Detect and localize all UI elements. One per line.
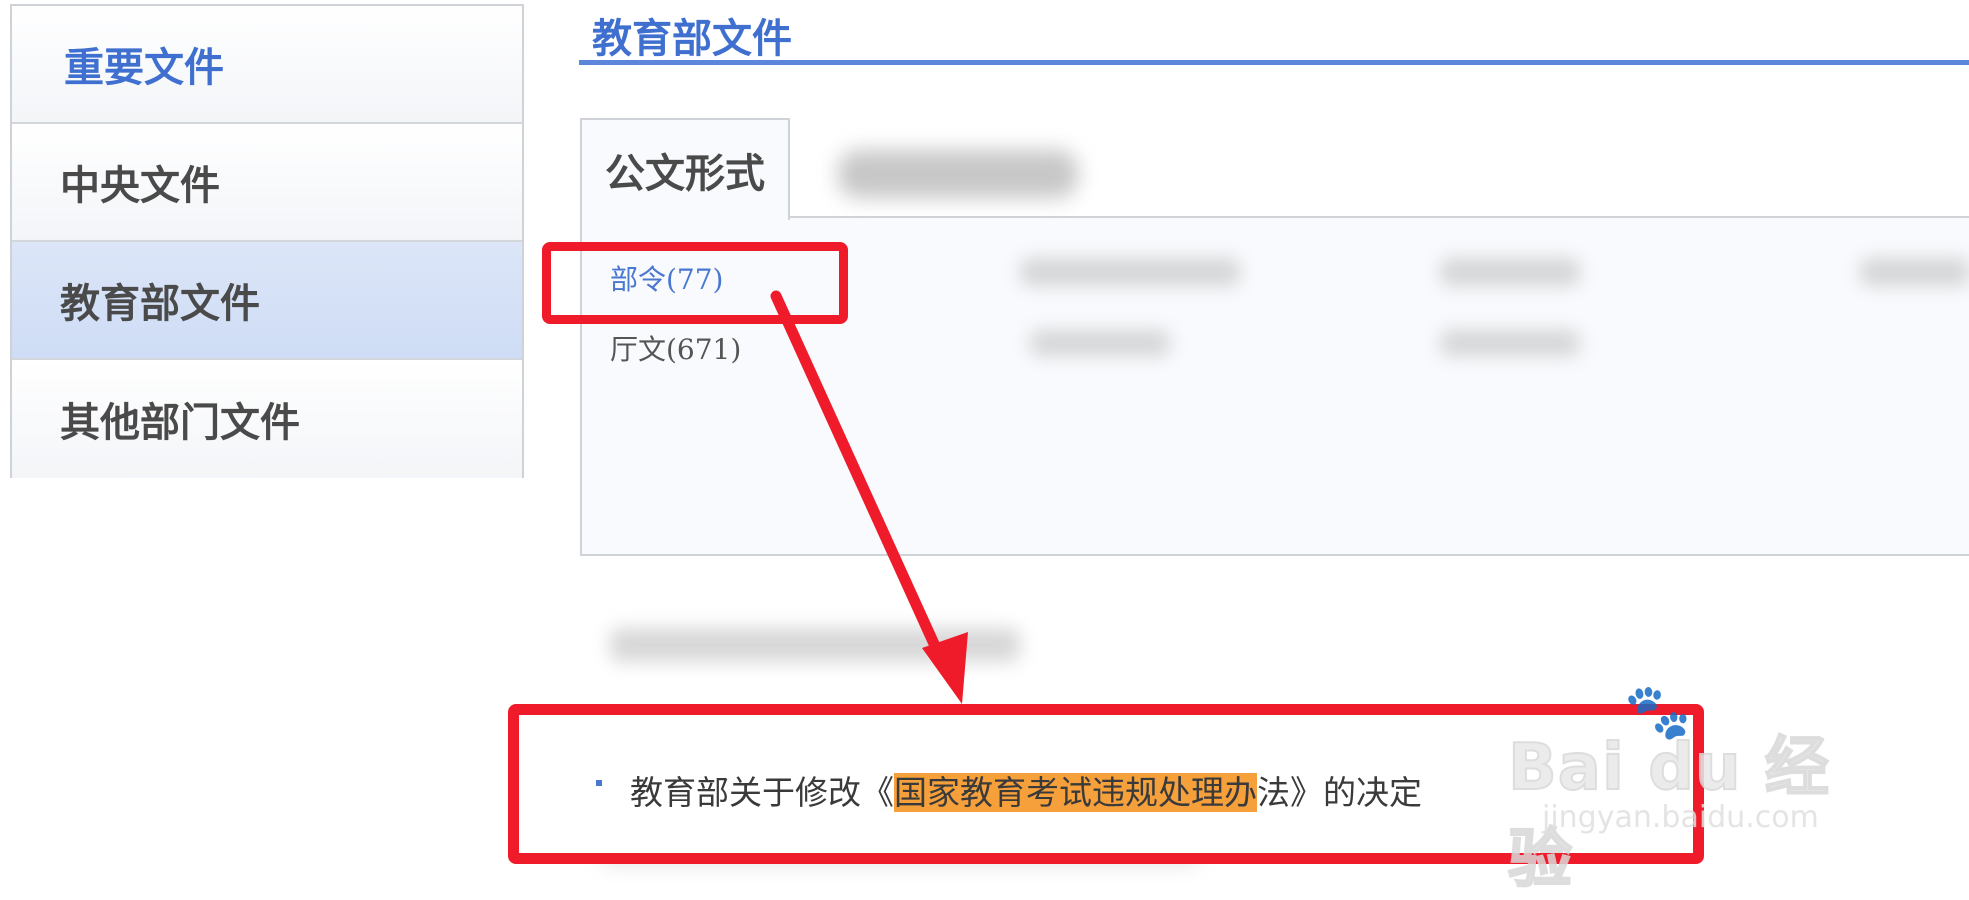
tab-label: 公文形式	[605, 151, 765, 197]
sidebar-item-label: 其他部门文件	[60, 400, 300, 446]
sidebar-item-central[interactable]: 中央文件	[12, 124, 522, 242]
list-bullet	[596, 780, 602, 786]
blurred-link[interactable]	[1440, 330, 1580, 356]
blurred-link[interactable]	[1860, 258, 1969, 286]
sidebar-item-label: 重要文件	[64, 45, 224, 91]
baidu-watermark: 🐾 Bai du 经验 jingyan.baidu.com	[1507, 680, 1868, 898]
tab-document-form[interactable]: 公文形式	[580, 118, 790, 220]
tab-blurred[interactable]	[838, 150, 1078, 198]
link-office-documents[interactable]: 厅文(671)	[610, 328, 741, 368]
sidebar-item-ministry-of-education[interactable]: 教育部文件	[12, 242, 522, 360]
sidebar-item-label: 中央文件	[60, 163, 220, 209]
annotation-link-box	[542, 242, 848, 324]
sidebar: 重要文件 中央文件 教育部文件 其他部门文件	[10, 4, 524, 478]
blurred-list-item[interactable]	[610, 628, 1020, 662]
list-item-result[interactable]: 教育部关于修改《国家教育考试违规处理办法》的决定	[630, 766, 1422, 814]
page-title: 教育部文件	[592, 16, 792, 62]
result-highlight: 国家教育考试违规处理办	[894, 773, 1257, 812]
watermark-url: jingyan.baidu.com	[1542, 800, 1819, 835]
result-prefix: 教育部关于修改《	[630, 773, 894, 812]
title-divider	[579, 60, 1969, 65]
result-suffix: 法》的决定	[1257, 773, 1422, 812]
blurred-link[interactable]	[1020, 258, 1240, 286]
sidebar-item-important[interactable]: 重要文件	[12, 6, 522, 124]
sidebar-item-label: 教育部文件	[60, 281, 260, 327]
blurred-link[interactable]	[1440, 258, 1580, 286]
blurred-link[interactable]	[1030, 330, 1170, 356]
sidebar-item-other-departments[interactable]: 其他部门文件	[12, 360, 522, 478]
